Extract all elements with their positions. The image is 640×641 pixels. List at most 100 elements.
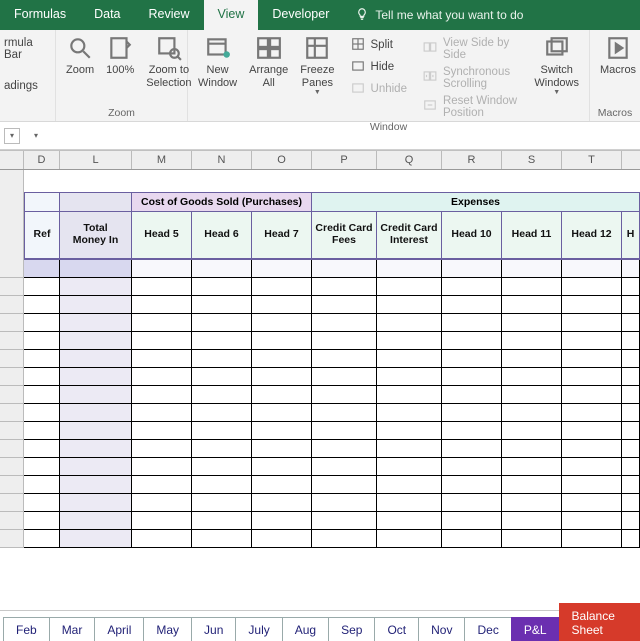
zoom-button[interactable]: Zoom: [60, 32, 100, 79]
sheet-tab-feb[interactable]: Feb: [3, 617, 50, 641]
formula-bar-label: rmula Bar: [4, 37, 47, 61]
ribbon-tab-review[interactable]: Review: [135, 0, 204, 30]
table-row[interactable]: [0, 386, 640, 404]
checkbox-headings[interactable]: adings: [0, 77, 42, 94]
sheet-tab-mar[interactable]: Mar: [49, 617, 96, 641]
row-header[interactable]: [0, 350, 24, 368]
row-header[interactable]: [0, 386, 24, 404]
column-header[interactable]: M: [132, 151, 192, 169]
section-band-row: Cost of Goods Sold (Purchases) Expenses: [0, 192, 640, 212]
table-row[interactable]: [0, 368, 640, 386]
select-all-corner[interactable]: [0, 151, 24, 169]
sheet-tab-nov[interactable]: Nov: [418, 617, 465, 641]
sheet-tab-jun[interactable]: Jun: [191, 617, 236, 641]
row-header[interactable]: [0, 192, 24, 212]
freeze-panes-icon: [303, 34, 331, 62]
view-side-by-side-label: View Side by Side: [443, 37, 518, 61]
ribbon-tab-data[interactable]: Data: [80, 0, 134, 30]
row-header[interactable]: [0, 476, 24, 494]
arrange-all-button[interactable]: Arrange All: [243, 32, 294, 91]
ribbon-tab-formulas[interactable]: Formulas: [0, 0, 80, 30]
macros-button[interactable]: Macros: [594, 32, 640, 79]
sheet-tab-oct[interactable]: Oct: [374, 617, 419, 641]
worksheet-grid[interactable]: Cost of Goods Sold (Purchases) Expenses …: [0, 170, 640, 610]
table-row[interactable]: [0, 278, 640, 296]
new-window-button[interactable]: New Window: [192, 32, 243, 91]
table-row[interactable]: [0, 314, 640, 332]
hide-icon: [351, 59, 365, 76]
table-row[interactable]: [0, 332, 640, 350]
zoom-100-button[interactable]: 100%: [100, 32, 140, 79]
row-header[interactable]: [0, 314, 24, 332]
ribbon-group-zoom: Zoom 100% Zoom to Selection Zoom: [56, 30, 188, 121]
tell-me-search[interactable]: Tell me what you want to do: [343, 0, 535, 30]
checkbox-formula-bar[interactable]: rmula Bar: [0, 34, 51, 63]
style-dropdown[interactable]: ▾: [4, 128, 20, 144]
freeze-panes-label: Freeze Panes: [300, 64, 334, 89]
row-header[interactable]: [0, 278, 24, 296]
sheet-tab-april[interactable]: April: [94, 617, 144, 641]
table-row[interactable]: [0, 350, 640, 368]
chevron-down-icon: ▼: [314, 89, 321, 97]
sheet-tab-pl[interactable]: P&L: [511, 617, 560, 641]
column-header[interactable]: R: [442, 151, 502, 169]
sheet-tab-sep[interactable]: Sep: [328, 617, 375, 641]
hide-button[interactable]: Hide: [347, 56, 411, 78]
row-header[interactable]: [0, 332, 24, 350]
row-header[interactable]: [0, 212, 24, 260]
table-row[interactable]: [0, 296, 640, 314]
split-button[interactable]: Split: [347, 34, 411, 56]
column-header[interactable]: N: [192, 151, 252, 169]
col-cc-fees: Credit Card Fees: [312, 212, 377, 260]
zoom-label: Zoom: [66, 64, 94, 77]
column-header[interactable]: S: [502, 151, 562, 169]
table-row[interactable]: [0, 458, 640, 476]
row-header[interactable]: [0, 530, 24, 548]
table-row[interactable]: [0, 494, 640, 512]
table-row[interactable]: [0, 260, 640, 278]
col-total-money-in: Total Money In: [60, 212, 132, 260]
sheet-tab-july[interactable]: July: [235, 617, 282, 641]
row-header[interactable]: [0, 368, 24, 386]
ribbon-tab-view[interactable]: View: [204, 0, 259, 30]
column-header[interactable]: L: [60, 151, 132, 169]
column-header[interactable]: Q: [377, 151, 442, 169]
column-header[interactable]: D: [24, 151, 60, 169]
switch-windows-button[interactable]: Switch Windows ▼: [528, 32, 585, 99]
col-overflow: H: [622, 212, 640, 260]
macros-icon: [604, 34, 632, 62]
table-row[interactable]: [0, 422, 640, 440]
style-dropdown-2[interactable]: ▾: [28, 128, 44, 144]
row-header[interactable]: [0, 440, 24, 458]
ribbon-tab-developer[interactable]: Developer: [258, 0, 343, 30]
column-header[interactable]: T: [562, 151, 622, 169]
row-header[interactable]: [0, 422, 24, 440]
table-row[interactable]: [0, 440, 640, 458]
row-header[interactable]: [0, 404, 24, 422]
chevron-down-icon: ▼: [553, 89, 560, 97]
row-header[interactable]: [0, 296, 24, 314]
table-row[interactable]: [0, 404, 640, 422]
table-row[interactable]: [0, 512, 640, 530]
sheet-tab-may[interactable]: May: [143, 617, 192, 641]
sheet-tab-dec[interactable]: Dec: [464, 617, 511, 641]
tell-me-label: Tell me what you want to do: [375, 8, 523, 22]
col-cc-interest: Credit Card Interest: [377, 212, 442, 260]
arrange-all-icon: [255, 34, 283, 62]
row-header[interactable]: [0, 260, 24, 278]
freeze-panes-button[interactable]: Freeze Panes ▼: [294, 32, 340, 99]
sheet-tab-aug[interactable]: Aug: [282, 617, 329, 641]
table-row[interactable]: [0, 530, 640, 548]
table-row[interactable]: [0, 476, 640, 494]
data-rows[interactable]: [0, 260, 640, 548]
col-ref: Ref: [24, 212, 60, 260]
group-label-window: Window: [192, 121, 585, 135]
sheet-tab-balance-sheet[interactable]: Balance Sheet: [559, 603, 640, 641]
column-header[interactable]: P: [312, 151, 377, 169]
row-header[interactable]: [0, 512, 24, 530]
row-header[interactable]: [0, 458, 24, 476]
group-label-zoom: Zoom: [60, 107, 183, 121]
row-header[interactable]: [0, 170, 24, 192]
row-header[interactable]: [0, 494, 24, 512]
column-header[interactable]: O: [252, 151, 312, 169]
